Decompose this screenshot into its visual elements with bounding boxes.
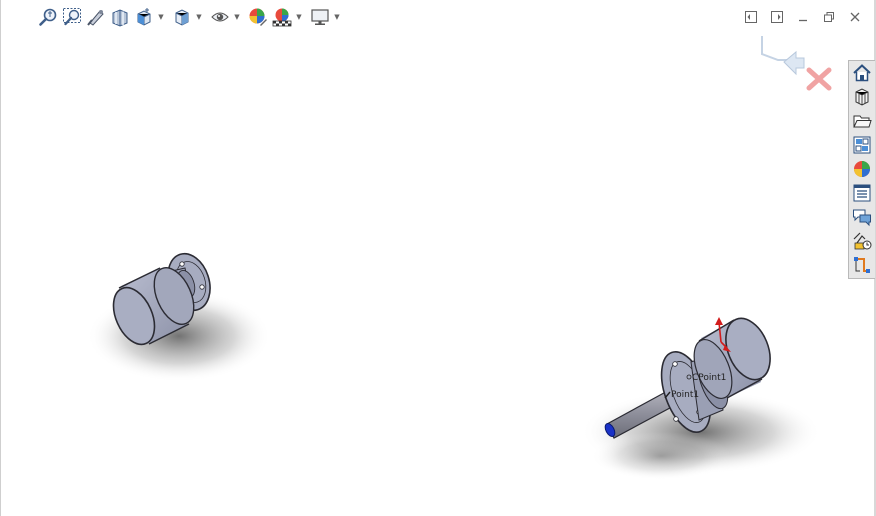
tile-left-button[interactable] bbox=[738, 8, 764, 26]
zoom-to-fit-icon bbox=[39, 8, 57, 26]
tile-right-button[interactable] bbox=[764, 8, 790, 26]
point1-label: Point1 bbox=[671, 390, 699, 400]
tab-custom-properties[interactable] bbox=[850, 182, 874, 204]
part-left[interactable] bbox=[87, 248, 271, 382]
hide-show-items-icon bbox=[211, 12, 229, 22]
display-style-icon bbox=[175, 9, 189, 26]
tab-file-explorer[interactable] bbox=[850, 110, 874, 132]
tile-right-icon bbox=[771, 11, 783, 23]
hide-show-items-button[interactable] bbox=[208, 6, 232, 28]
minimize-icon bbox=[799, 19, 807, 22]
cpoint1-label-group[interactable]: CPoint1 bbox=[686, 373, 726, 383]
minimize-button[interactable] bbox=[790, 8, 816, 26]
section-view-button[interactable] bbox=[108, 6, 132, 28]
edit-appearance-button[interactable] bbox=[246, 6, 270, 28]
solidworks-resources-icon bbox=[853, 64, 871, 82]
graphics-viewport[interactable]: CPoint1 Point1 bbox=[1, 36, 847, 516]
point1-label-group[interactable]: Point1 bbox=[664, 390, 699, 400]
tab-design-library[interactable] bbox=[850, 86, 874, 108]
apply-scene-icon bbox=[272, 8, 292, 27]
motion-analysis-icon bbox=[853, 232, 872, 250]
custom-properties-icon bbox=[853, 184, 871, 202]
section-view-icon bbox=[112, 9, 128, 27]
forum-icon bbox=[853, 209, 871, 227]
zoom-to-fit-button[interactable] bbox=[36, 6, 60, 28]
tab-view-palette[interactable] bbox=[850, 134, 874, 156]
close-icon bbox=[850, 12, 860, 22]
routing-library-icon bbox=[854, 257, 870, 273]
apply-scene-dropdown[interactable]: ▼ bbox=[294, 6, 304, 28]
file-explorer-icon bbox=[853, 115, 872, 128]
restore-button[interactable] bbox=[816, 8, 842, 26]
view-palette-icon bbox=[853, 136, 871, 154]
display-style-dropdown[interactable]: ▼ bbox=[194, 6, 204, 28]
design-library-icon bbox=[855, 88, 869, 106]
part-right-assembly[interactable]: CPoint1 Point1 bbox=[581, 312, 821, 480]
zoom-to-area-icon bbox=[63, 8, 81, 26]
appearances-scenes-icon bbox=[854, 161, 870, 177]
apply-scene-button[interactable] bbox=[270, 6, 294, 28]
tab-motion-analysis[interactable] bbox=[850, 230, 874, 252]
view-orientation-button[interactable] bbox=[132, 6, 156, 28]
view-settings-dropdown[interactable]: ▼ bbox=[332, 6, 342, 28]
edit-appearance-icon bbox=[249, 8, 267, 26]
zoom-to-area-button[interactable] bbox=[60, 6, 84, 28]
hide-show-items-dropdown[interactable]: ▼ bbox=[232, 6, 242, 28]
previous-view-icon bbox=[87, 10, 104, 26]
display-style-button[interactable] bbox=[170, 6, 194, 28]
tab-appearances-scenes[interactable] bbox=[850, 158, 874, 180]
window-controls bbox=[738, 8, 868, 26]
restore-icon bbox=[824, 12, 834, 22]
view-orientation-dropdown[interactable]: ▼ bbox=[156, 6, 166, 28]
view-settings-button[interactable] bbox=[308, 6, 332, 28]
previous-view-button[interactable] bbox=[84, 6, 108, 28]
tab-forum[interactable] bbox=[850, 206, 874, 228]
tab-solidworks-resources[interactable] bbox=[850, 62, 874, 84]
task-pane-tabs bbox=[848, 60, 875, 279]
view-settings-icon bbox=[311, 9, 329, 25]
view-orientation-icon bbox=[137, 8, 151, 26]
heads-up-view-toolbar: ▼ ▼ ▼ ▼ ▼ bbox=[36, 6, 346, 28]
cpoint1-label: CPoint1 bbox=[692, 373, 726, 383]
tile-left-icon bbox=[745, 11, 757, 23]
close-button[interactable] bbox=[842, 8, 868, 26]
tab-routing-library[interactable] bbox=[850, 254, 874, 276]
